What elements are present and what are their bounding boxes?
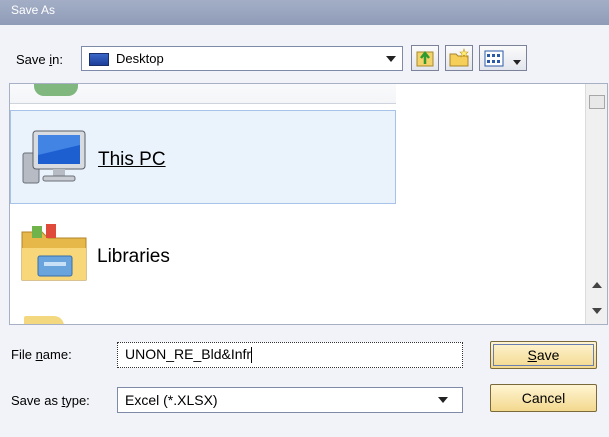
view-grid-icon: [484, 50, 504, 67]
save-button[interactable]: Save: [490, 341, 597, 369]
save-in-value: Desktop: [116, 51, 164, 66]
vertical-scrollbar[interactable]: [585, 84, 607, 324]
create-new-folder-button[interactable]: [445, 45, 473, 71]
desktop-icon: [89, 53, 109, 66]
chevron-down-icon[interactable]: [386, 55, 396, 62]
file-name-input[interactable]: UNON_RE_Bld&Infr: [117, 342, 463, 368]
network-icon: [34, 84, 78, 96]
cancel-button[interactable]: Cancel: [490, 384, 597, 412]
new-folder-icon: [449, 48, 469, 67]
text-cursor: [251, 347, 253, 364]
chevron-down-icon[interactable]: [438, 397, 448, 403]
folder-icon: [21, 224, 87, 281]
item-label-this-pc: This PC: [98, 149, 166, 170]
up-folder-icon: [416, 50, 434, 67]
save-as-type-value: Excel (*.XLSX): [125, 392, 218, 408]
scroll-up-icon[interactable]: [592, 282, 602, 288]
item-label-libraries: Libraries: [97, 246, 170, 267]
title-bar: Save As: [0, 0, 609, 25]
save-as-type-dropdown[interactable]: Excel (*.XLSX): [117, 387, 463, 413]
up-one-level-button[interactable]: [411, 45, 439, 71]
scroll-down-icon[interactable]: [592, 308, 602, 314]
window-title: Save As: [11, 3, 56, 17]
file-name-label: File name:: [11, 347, 72, 362]
list-item-libraries[interactable]: Libraries: [10, 212, 396, 308]
chevron-down-icon: [513, 60, 521, 65]
view-menu-button[interactable]: [479, 45, 527, 71]
list-item-partial-bottom[interactable]: [24, 316, 64, 324]
file-name-value: UNON_RE_Bld&Infr: [125, 346, 252, 362]
computer-icon: [22, 130, 86, 184]
list-item-this-pc[interactable]: This PC: [10, 110, 396, 204]
scrollbar-thumb[interactable]: [589, 95, 605, 109]
save-in-label: Save in:: [16, 52, 63, 67]
file-list[interactable]: This PC Libraries: [9, 83, 608, 325]
save-as-type-label: Save as type:: [11, 393, 90, 408]
list-item-partial[interactable]: [10, 84, 396, 104]
save-in-dropdown[interactable]: Desktop: [81, 46, 403, 71]
